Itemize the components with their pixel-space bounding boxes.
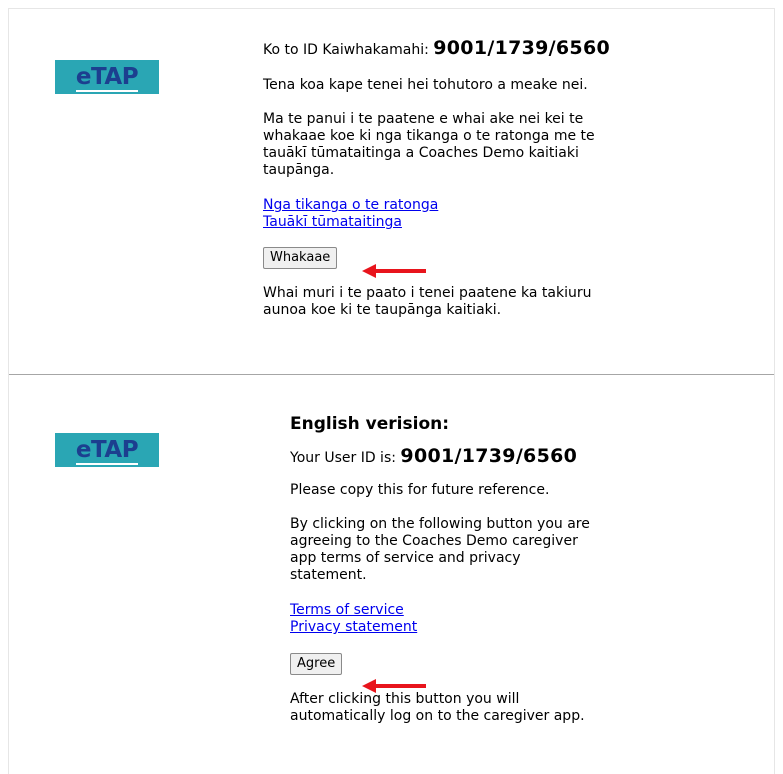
- user-id-line: Your User ID is: 9001/1739/6560: [290, 445, 630, 467]
- copy-note: Please copy this for future reference.: [290, 482, 550, 498]
- user-id-value: 9001/1739/6560: [433, 37, 610, 59]
- privacy-statement-link[interactable]: Tauākī tūmataitinga: [263, 214, 623, 231]
- etap-logo: eTAP: [55, 433, 159, 467]
- maori-section: Ko to ID Kaiwhakamahi: 9001/1739/6560 Te…: [263, 37, 623, 319]
- after-click-text: Whai muri i te paato i tenei paatene ka …: [263, 285, 592, 318]
- red-left-arrow-icon: [362, 679, 426, 693]
- user-id-value: 9001/1739/6560: [400, 445, 578, 467]
- after-click-text: After clicking this button you will auto…: [290, 691, 585, 724]
- agree-button[interactable]: Agree: [290, 653, 343, 675]
- agree-button[interactable]: Whakaae: [263, 247, 338, 269]
- english-heading: English verision:: [290, 414, 450, 434]
- section-divider: [9, 374, 774, 375]
- terms-of-service-link[interactable]: Nga tikanga o te ratonga: [263, 197, 623, 214]
- user-id-label: Ko to ID Kaiwhakamahi:: [263, 42, 429, 58]
- user-id-line: Ko to ID Kaiwhakamahi: 9001/1739/6560: [263, 37, 623, 59]
- copy-note: Tena koa kape tenei hei tohutoro a meake…: [263, 77, 588, 93]
- privacy-statement-link[interactable]: Privacy statement: [290, 619, 630, 636]
- english-section: English verision: Your User ID is: 9001/…: [290, 416, 630, 725]
- etap-logo-text: eTAP: [75, 63, 139, 92]
- user-id-label: Your User ID is:: [290, 450, 396, 466]
- agreement-text: Ma te panui i te paatene e whai ake nei …: [263, 111, 595, 178]
- terms-of-service-link[interactable]: Terms of service: [290, 602, 630, 619]
- agreement-text: By clicking on the following button you …: [290, 516, 590, 583]
- etap-logo: eTAP: [55, 60, 159, 94]
- red-left-arrow-icon: [362, 264, 426, 278]
- etap-logo-text: eTAP: [75, 436, 139, 465]
